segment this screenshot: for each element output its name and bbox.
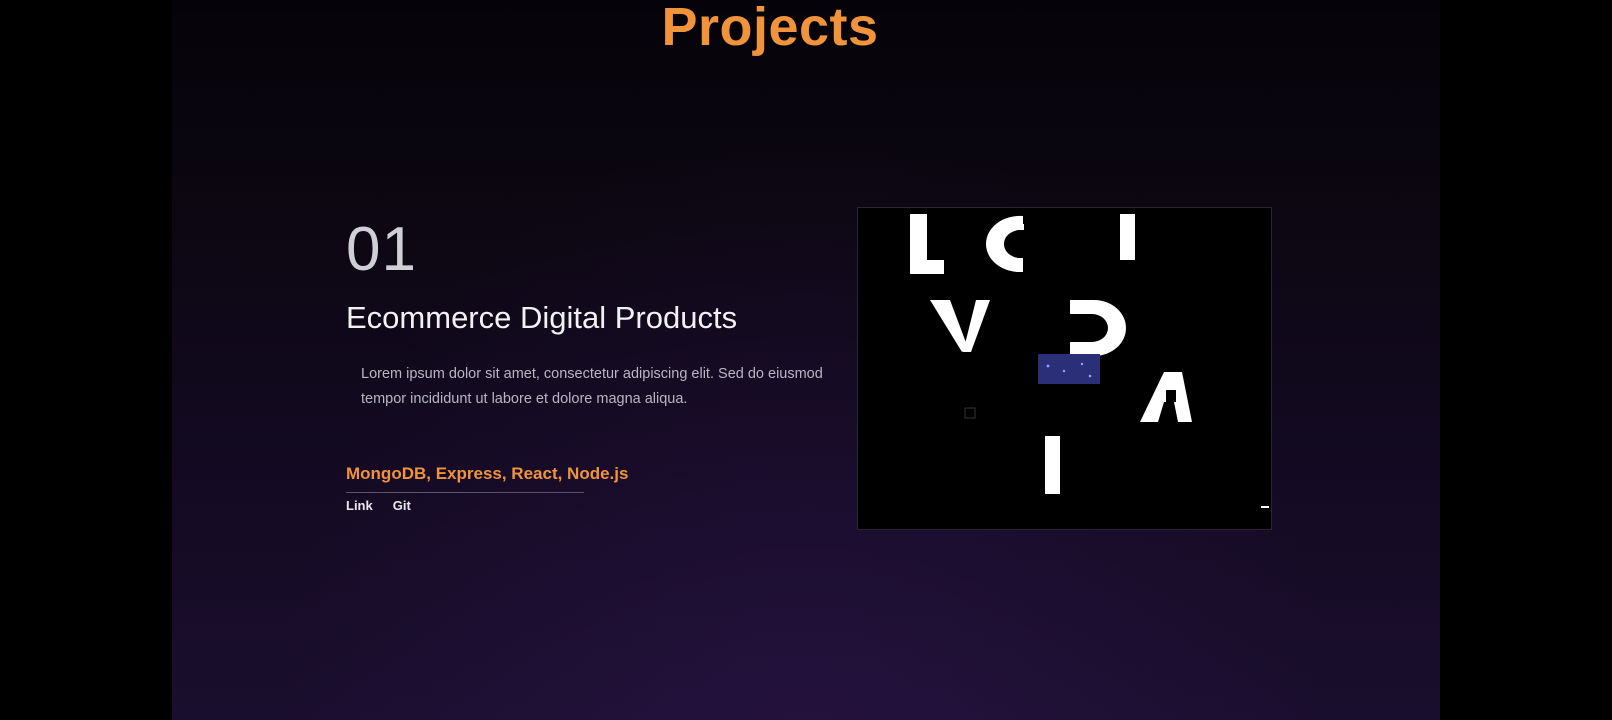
project-name: Ecommerce Digital Products: [346, 300, 738, 335]
project-links: Link Git: [346, 498, 411, 513]
project-git-link[interactable]: Git: [393, 498, 411, 513]
project-description: Lorem ipsum dolor sit amet, consectetur …: [361, 366, 823, 407]
project-preview-image[interactable]: [857, 207, 1272, 530]
project-number: 01: [346, 215, 417, 284]
glitch-letters-preview-icon: [858, 208, 1271, 529]
project-live-link[interactable]: Link: [346, 498, 373, 513]
project-tech-stack: MongoDB, Express, React, Node.js: [346, 464, 629, 483]
page-title: Projects: [661, 0, 879, 57]
projects-screen: Projects 01 Ecommerce Digital Products L…: [0, 0, 1612, 720]
project-divider: [346, 492, 584, 493]
